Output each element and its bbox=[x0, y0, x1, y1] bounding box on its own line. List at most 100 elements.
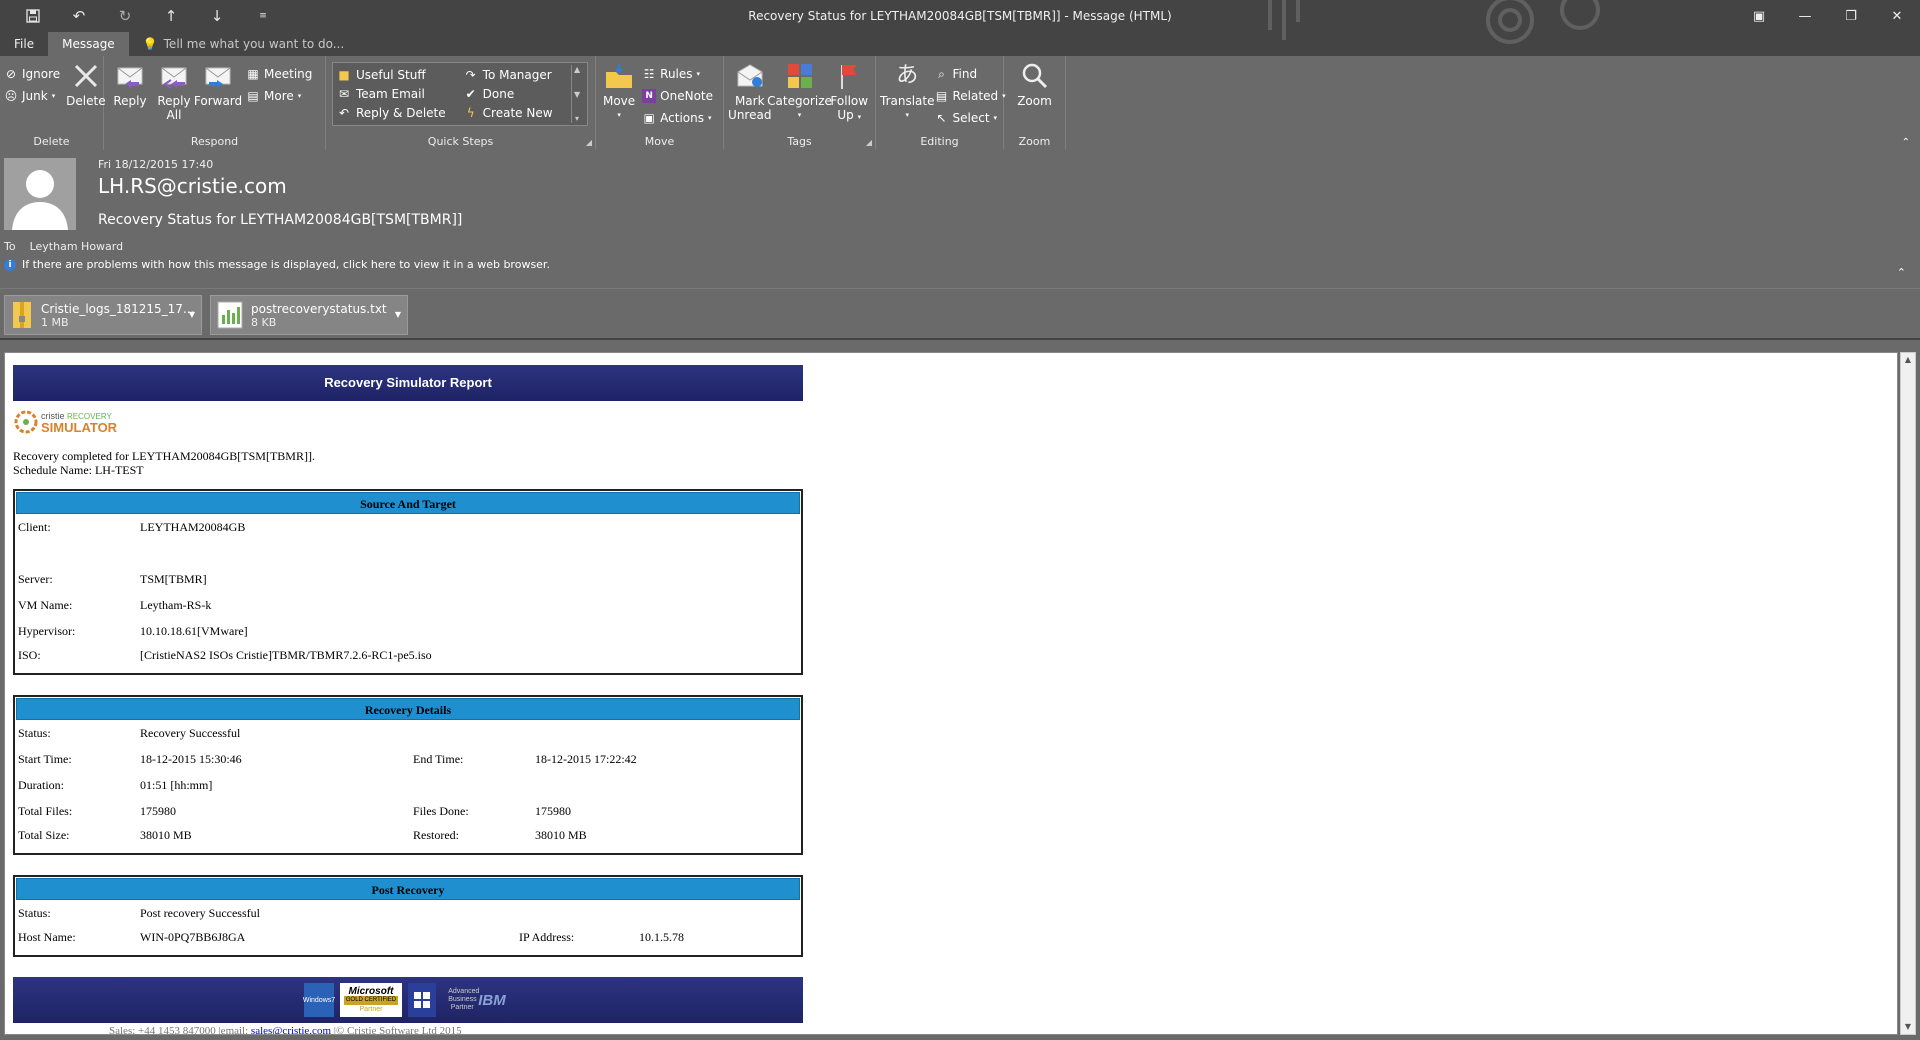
info-icon: i bbox=[4, 258, 16, 271]
chevron-down-icon: ▾ bbox=[857, 113, 862, 121]
section-title: Post Recovery bbox=[16, 878, 800, 900]
collapse-ribbon-icon[interactable]: ⌃ bbox=[1902, 137, 1910, 148]
cristie-logo-icon bbox=[14, 410, 38, 434]
sender-address[interactable]: LH.RS@cristie.com bbox=[98, 174, 287, 198]
table-row: Host Name: WIN-0PQ7BB6J8GA IP Address: 1… bbox=[18, 930, 684, 944]
infobar[interactable]: i If there are problems with how this me… bbox=[4, 258, 550, 271]
group-zoom: Zoom Zoom bbox=[1004, 56, 1066, 150]
save-icon[interactable] bbox=[10, 0, 56, 32]
actions-button[interactable]: ▣ Actions ▾ bbox=[642, 108, 713, 128]
close-icon[interactable]: ✕ bbox=[1874, 0, 1920, 32]
section-post-recovery: Post Recovery Status: Post recovery Succ… bbox=[13, 875, 803, 957]
quick-step-to-manager[interactable]: ↷ To Manager bbox=[464, 65, 553, 84]
section-source-target: Source And Target Client: LEYTHAM20084GB… bbox=[13, 489, 803, 675]
table-row: Server: TSM[TBMR] bbox=[18, 572, 207, 586]
ibm-partner-badge: Advanced Business Partner IBM bbox=[448, 988, 506, 1011]
quick-step-create-new[interactable]: ϟ Create New bbox=[464, 104, 553, 123]
previous-item-icon[interactable]: ↑ bbox=[148, 0, 194, 32]
magnifier-icon bbox=[1019, 60, 1051, 92]
scroll-up-icon[interactable]: ▲ bbox=[574, 65, 580, 74]
checkmark-icon: ✔ bbox=[465, 86, 476, 101]
report: Recovery Simulator Report cristie RECOVE… bbox=[13, 365, 803, 1034]
attachment-name: postrecoverystatus.txt bbox=[251, 301, 387, 316]
chevron-down-icon: ▾ bbox=[51, 92, 56, 100]
related-button[interactable]: ▤ Related ▾ bbox=[935, 86, 1006, 106]
flag-icon bbox=[833, 60, 865, 92]
folder-icon: ■ bbox=[338, 67, 350, 82]
forward-arrow-icon: ↷ bbox=[465, 67, 476, 82]
ignore-button[interactable]: ⊘ Ignore bbox=[4, 64, 60, 84]
quick-access-toolbar: ↶ ↻ ↑ ↓ ≡ bbox=[0, 0, 286, 32]
tell-me-box[interactable]: 💡 Tell me what you want to do... bbox=[143, 32, 345, 56]
quick-step-useful-stuff[interactable]: ■ Useful Stuff bbox=[337, 65, 446, 84]
group-move: Move ▾ ☷ Rules ▾ N OneNote ▣ Actions ▾ Move bbox=[596, 56, 724, 150]
customize-toolbar-icon[interactable]: ≡ bbox=[240, 0, 286, 32]
chevron-down-icon[interactable]: ▼ bbox=[395, 310, 401, 319]
sales-email-link[interactable]: sales@cristie.com bbox=[251, 1025, 331, 1034]
table-row: Duration: 01:51 [hh:mm] bbox=[18, 778, 213, 792]
group-label-zoom: Zoom bbox=[1018, 135, 1051, 148]
group-delete: ⊘ Ignore ☹ Junk ▾ Delete Delete bbox=[0, 56, 106, 150]
categorize-icon bbox=[784, 60, 816, 92]
scroll-up-icon[interactable]: ▲ bbox=[1901, 353, 1915, 367]
lightning-icon: ϟ bbox=[466, 106, 475, 121]
expand-gallery-icon[interactable]: ▾ bbox=[575, 114, 579, 123]
ignore-icon: ⊘ bbox=[5, 67, 17, 81]
restore-icon[interactable]: ❐ bbox=[1828, 0, 1874, 32]
attachment-cristie-logs[interactable]: Cristie_logs_181215_17... 1 MB ▼ bbox=[4, 295, 202, 335]
ribbon: ⊘ Ignore ☹ Junk ▾ Delete Delete Reply Re… bbox=[0, 56, 1920, 150]
chevron-down-icon: ▾ bbox=[297, 92, 302, 100]
message-header: Fri 18/12/2015 17:40 LH.RS@cristie.com R… bbox=[0, 150, 1920, 288]
junk-icon: ☹ bbox=[4, 89, 18, 103]
collapse-header-icon[interactable]: ⌃ bbox=[1897, 266, 1906, 279]
window-title: Recovery Status for LEYTHAM20084GB[TSM[T… bbox=[748, 9, 1172, 23]
group-label-respond: Respond bbox=[190, 135, 239, 148]
report-intro: Recovery completed for LEYTHAM20084GB[TS… bbox=[13, 449, 315, 477]
meeting-button[interactable]: ▦ Meeting bbox=[246, 64, 312, 84]
next-item-icon[interactable]: ↓ bbox=[194, 0, 240, 32]
more-respond-button[interactable]: ▤ More ▾ bbox=[246, 86, 312, 106]
chevron-down-icon[interactable]: ▼ bbox=[189, 310, 195, 319]
ribbon-display-options-icon[interactable]: ▣ bbox=[1736, 0, 1782, 32]
quick-steps-scroll[interactable]: ▲ ▼ ▾ bbox=[570, 65, 583, 123]
chevron-down-icon: ▾ bbox=[993, 114, 998, 122]
tab-file[interactable]: File bbox=[0, 32, 48, 56]
quick-steps-gallery: ■ Useful Stuff ✉ Team Email ↶ Reply & Delet… bbox=[332, 62, 588, 126]
cursor-icon: ↖ bbox=[936, 111, 947, 125]
attachment-postrecoverystatus[interactable]: postrecoverystatus.txt 8 KB ▼ bbox=[210, 295, 408, 335]
group-editing: あ Translate ▾ ⌕ Find ▤ Related ▾ ↖ Select ▾ E… bbox=[876, 56, 1006, 150]
group-tags: Mark Unread Categorize ▾ Follow Up ▾ ◢ T… bbox=[724, 56, 876, 150]
redo-icon[interactable]: ↻ bbox=[102, 0, 148, 32]
undo-icon[interactable]: ↶ bbox=[56, 0, 102, 32]
scroll-down-icon[interactable]: ▼ bbox=[1901, 1020, 1915, 1034]
text-file-icon bbox=[217, 301, 243, 329]
translate-icon: あ bbox=[896, 63, 919, 88]
group-label-delete: Delete bbox=[33, 135, 70, 148]
to-label: To bbox=[4, 240, 16, 253]
junk-button[interactable]: ☹ Junk ▾ bbox=[4, 86, 60, 106]
tab-message[interactable]: Message bbox=[48, 32, 129, 56]
table-row-spacer bbox=[16, 540, 800, 566]
select-button[interactable]: ↖ Select ▾ bbox=[935, 108, 1006, 128]
chevron-down-icon: ▾ bbox=[696, 70, 701, 78]
quick-step-reply-delete[interactable]: ↶ Reply & Delete bbox=[337, 104, 446, 123]
minimize-icon[interactable]: — bbox=[1782, 0, 1828, 32]
chevron-down-icon: ▾ bbox=[617, 111, 621, 119]
report-footer-banner: Windows7 Microsoft GOLD CERTIFIED Partne… bbox=[13, 977, 803, 1023]
scroll-down-icon[interactable]: ▼ bbox=[574, 90, 580, 99]
table-row: Total Size: 38010 MB Restored: 38010 MB bbox=[18, 828, 587, 842]
chevron-down-icon: ▾ bbox=[708, 114, 712, 122]
quick-step-done[interactable]: ✔ Done bbox=[464, 84, 553, 103]
to-recipient[interactable]: Leytham Howard bbox=[30, 240, 124, 253]
attachments-bar: Cristie_logs_181215_17... 1 MB ▼ postrec… bbox=[0, 288, 1920, 338]
title-bar: ↶ ↻ ↑ ↓ ≡ Recovery Status for LEYTHAM200… bbox=[0, 0, 1920, 44]
quick-step-team-email[interactable]: ✉ Team Email bbox=[337, 84, 446, 103]
onenote-button[interactable]: N OneNote bbox=[642, 86, 713, 106]
message-scrollbar[interactable]: ▲ ▼ bbox=[1900, 352, 1916, 1035]
find-button[interactable]: ⌕ Find bbox=[935, 64, 1006, 84]
chevron-down-icon: ▾ bbox=[905, 111, 909, 119]
group-quick-steps: ■ Useful Stuff ✉ Team Email ↶ Reply & Delet… bbox=[326, 56, 596, 150]
table-row: ISO: [CristieNAS2 ISOs Cristie]TBMR/TBMR… bbox=[18, 648, 432, 662]
windows-logo-badge bbox=[408, 983, 436, 1017]
rules-button[interactable]: ☷ Rules ▾ bbox=[642, 64, 713, 84]
